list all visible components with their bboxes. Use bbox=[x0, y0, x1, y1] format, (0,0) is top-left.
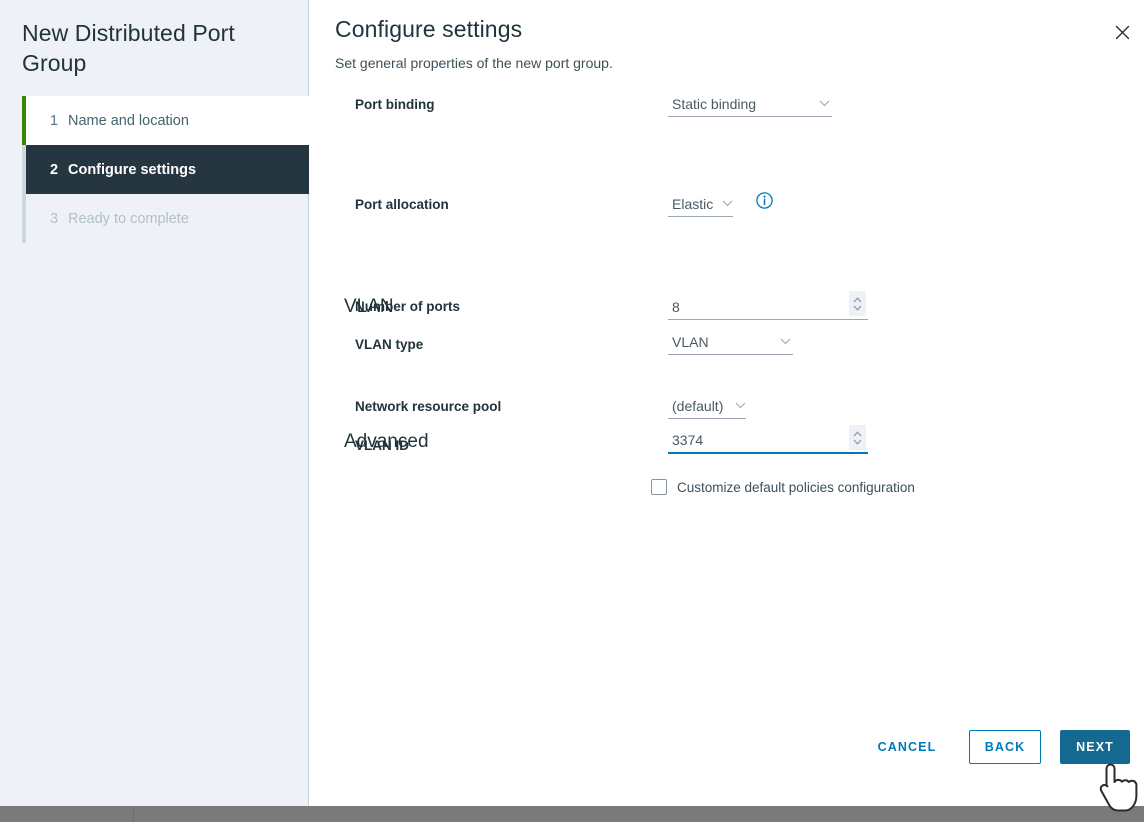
step-rail-active bbox=[22, 145, 26, 194]
step-label: Configure settings bbox=[68, 162, 196, 178]
field-port-binding: Port binding Static binding bbox=[310, 92, 1144, 142]
customize-policies-checkbox[interactable] bbox=[651, 479, 667, 495]
advanced-section-heading: Advanced bbox=[344, 431, 429, 453]
wizard-steps: 1 Name and location 2 Configure settings… bbox=[22, 96, 309, 243]
back-button[interactable]: BACK bbox=[969, 730, 1041, 764]
vlan-type-value: VLAN bbox=[672, 334, 709, 350]
field-vlan-type: VLAN type VLAN bbox=[310, 332, 1144, 382]
field-number-of-ports: Number of ports bbox=[310, 192, 1144, 242]
number-of-ports-input-wrapper bbox=[668, 294, 868, 320]
step-label: Name and location bbox=[68, 113, 189, 129]
vlan-type-select[interactable]: VLAN bbox=[668, 330, 793, 355]
step-number: 2 bbox=[50, 162, 68, 178]
port-binding-label: Port binding bbox=[355, 97, 434, 112]
step-number: 3 bbox=[50, 211, 68, 227]
dialog-footer: CANCEL BACK NEXT bbox=[310, 718, 1144, 790]
wizard-dialog: New Distributed Port Group 1 Name and lo… bbox=[0, 0, 1144, 822]
number-of-ports-stepper[interactable] bbox=[849, 291, 866, 316]
vlan-id-input-wrapper bbox=[668, 428, 868, 454]
close-icon[interactable] bbox=[1111, 21, 1133, 43]
port-binding-select[interactable]: Static binding bbox=[668, 92, 832, 117]
field-network-resource-pool: Network resource pool (default) bbox=[310, 242, 1144, 292]
vlan-id-input[interactable] bbox=[668, 428, 833, 452]
sidebar-step-ready-to-complete[interactable]: 3 Ready to complete bbox=[22, 194, 309, 243]
wizard-sidebar: New Distributed Port Group 1 Name and lo… bbox=[0, 0, 309, 806]
vlan-type-label: VLAN type bbox=[355, 337, 423, 352]
number-of-ports-input[interactable] bbox=[668, 295, 833, 319]
page-subtitle: Set general properties of the new port g… bbox=[335, 55, 613, 71]
step-rail-pending bbox=[22, 194, 26, 243]
step-rail-complete bbox=[22, 96, 26, 145]
bottom-strip-divider bbox=[133, 806, 134, 822]
vlan-fields: VLAN type VLAN VLAN ID bbox=[310, 332, 1144, 432]
dialog-main-panel: Configure settings Set general propertie… bbox=[310, 0, 1144, 806]
step-number: 1 bbox=[50, 113, 68, 129]
bottom-chrome-strip bbox=[0, 806, 1144, 822]
customize-policies-checkbox-row[interactable]: Customize default policies configuration bbox=[651, 479, 915, 495]
customize-policies-label: Customize default policies configuration bbox=[677, 480, 915, 495]
next-button[interactable]: NEXT bbox=[1060, 730, 1130, 764]
vlan-section-heading: VLAN bbox=[344, 296, 394, 318]
wizard-title: New Distributed Port Group bbox=[22, 18, 287, 78]
field-port-allocation: Port allocation Elastic bbox=[310, 142, 1144, 192]
field-vlan-id: VLAN ID bbox=[310, 382, 1144, 432]
port-binding-value: Static binding bbox=[672, 96, 756, 112]
sidebar-step-name-and-location[interactable]: 1 Name and location bbox=[22, 96, 309, 145]
sidebar-step-configure-settings[interactable]: 2 Configure settings bbox=[22, 145, 309, 194]
vlan-id-stepper[interactable] bbox=[849, 425, 866, 450]
page-title: Configure settings bbox=[335, 16, 522, 43]
chevron-down-icon bbox=[768, 337, 793, 348]
cancel-button[interactable]: CANCEL bbox=[864, 730, 950, 764]
step-label: Ready to complete bbox=[68, 211, 189, 227]
settings-form: Port binding Static binding Port allocat… bbox=[310, 92, 1144, 292]
chevron-down-icon bbox=[807, 99, 832, 110]
